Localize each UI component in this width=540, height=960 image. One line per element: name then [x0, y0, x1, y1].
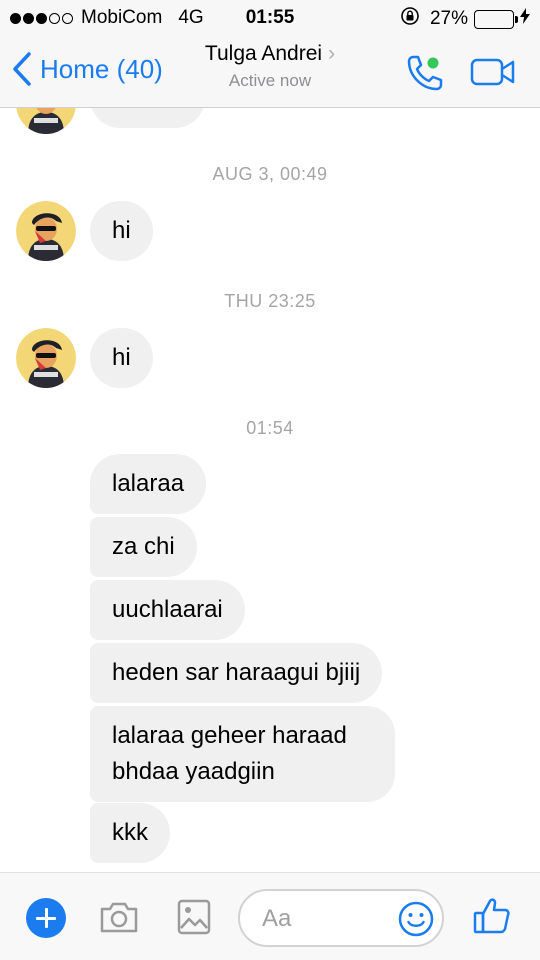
back-button[interactable]: Home (40) [12, 52, 163, 86]
message-bubble[interactable]: hi [90, 201, 153, 261]
chevron-left-icon [13, 52, 31, 86]
message-bubble[interactable]: lalaraa geheer haraad bhdaa yaadgiin [90, 706, 395, 802]
video-call-button[interactable] [470, 58, 516, 91]
battery-percent: 27% [429, 8, 468, 29]
message-bubble[interactable]: kkk [90, 803, 170, 863]
contact-status: Active now [228, 71, 312, 90]
chevron-right-icon: › [328, 42, 336, 65]
contact-avatar[interactable] [16, 201, 76, 261]
message-bubble[interactable]: lalaraa [90, 454, 207, 514]
charging-bolt-icon [520, 8, 530, 30]
message-list[interactable]: sainuu AUG 3, 00:49 hi THU 23:25 hi 01:5… [0, 108, 540, 872]
message-bubble[interactable]: hi [90, 328, 153, 388]
message-bubble[interactable]: uuchlaarai [90, 580, 245, 640]
battery-area: 27% [400, 6, 530, 32]
add-button[interactable] [26, 898, 66, 938]
voice-call-button[interactable] [404, 52, 446, 99]
thumbs-up-icon [473, 898, 510, 934]
contact-name: Tulga Andrei [204, 42, 323, 65]
back-label: Home (40) [40, 53, 163, 84]
message-bubble[interactable]: za chi [90, 517, 197, 577]
camera-icon [100, 902, 138, 933]
message-bubble[interactable]: sainuu [90, 108, 205, 128]
camera-button[interactable] [98, 899, 140, 940]
message-timestamp: AUG 3, 00:49 [212, 164, 328, 184]
gallery-button[interactable] [177, 899, 211, 940]
emoji-button[interactable] [398, 901, 434, 942]
video-camera-icon [470, 58, 515, 86]
message-input[interactable] [262, 901, 392, 937]
like-button[interactable] [472, 895, 512, 940]
message-timestamp: THU 23:25 [224, 291, 316, 311]
image-icon [177, 899, 211, 935]
contact-avatar[interactable] [16, 108, 76, 134]
status-bar: MobiCom 4G 01:55 27% [0, 0, 540, 36]
conversation-header: Home (40) Tulga Andrei › Active now [0, 36, 540, 108]
smiley-icon [398, 901, 434, 937]
message-timestamp: 01:54 [246, 418, 294, 438]
contact-avatar[interactable] [16, 328, 76, 388]
phone-icon [407, 55, 443, 91]
battery-icon [474, 9, 518, 29]
message-composer [0, 872, 540, 960]
message-input-box[interactable] [238, 889, 444, 947]
contact-info[interactable]: Tulga Andrei › Active now [170, 42, 370, 91]
message-bubble[interactable]: heden sar haraagui bjiij [90, 643, 383, 703]
orientation-lock-icon [400, 6, 420, 32]
